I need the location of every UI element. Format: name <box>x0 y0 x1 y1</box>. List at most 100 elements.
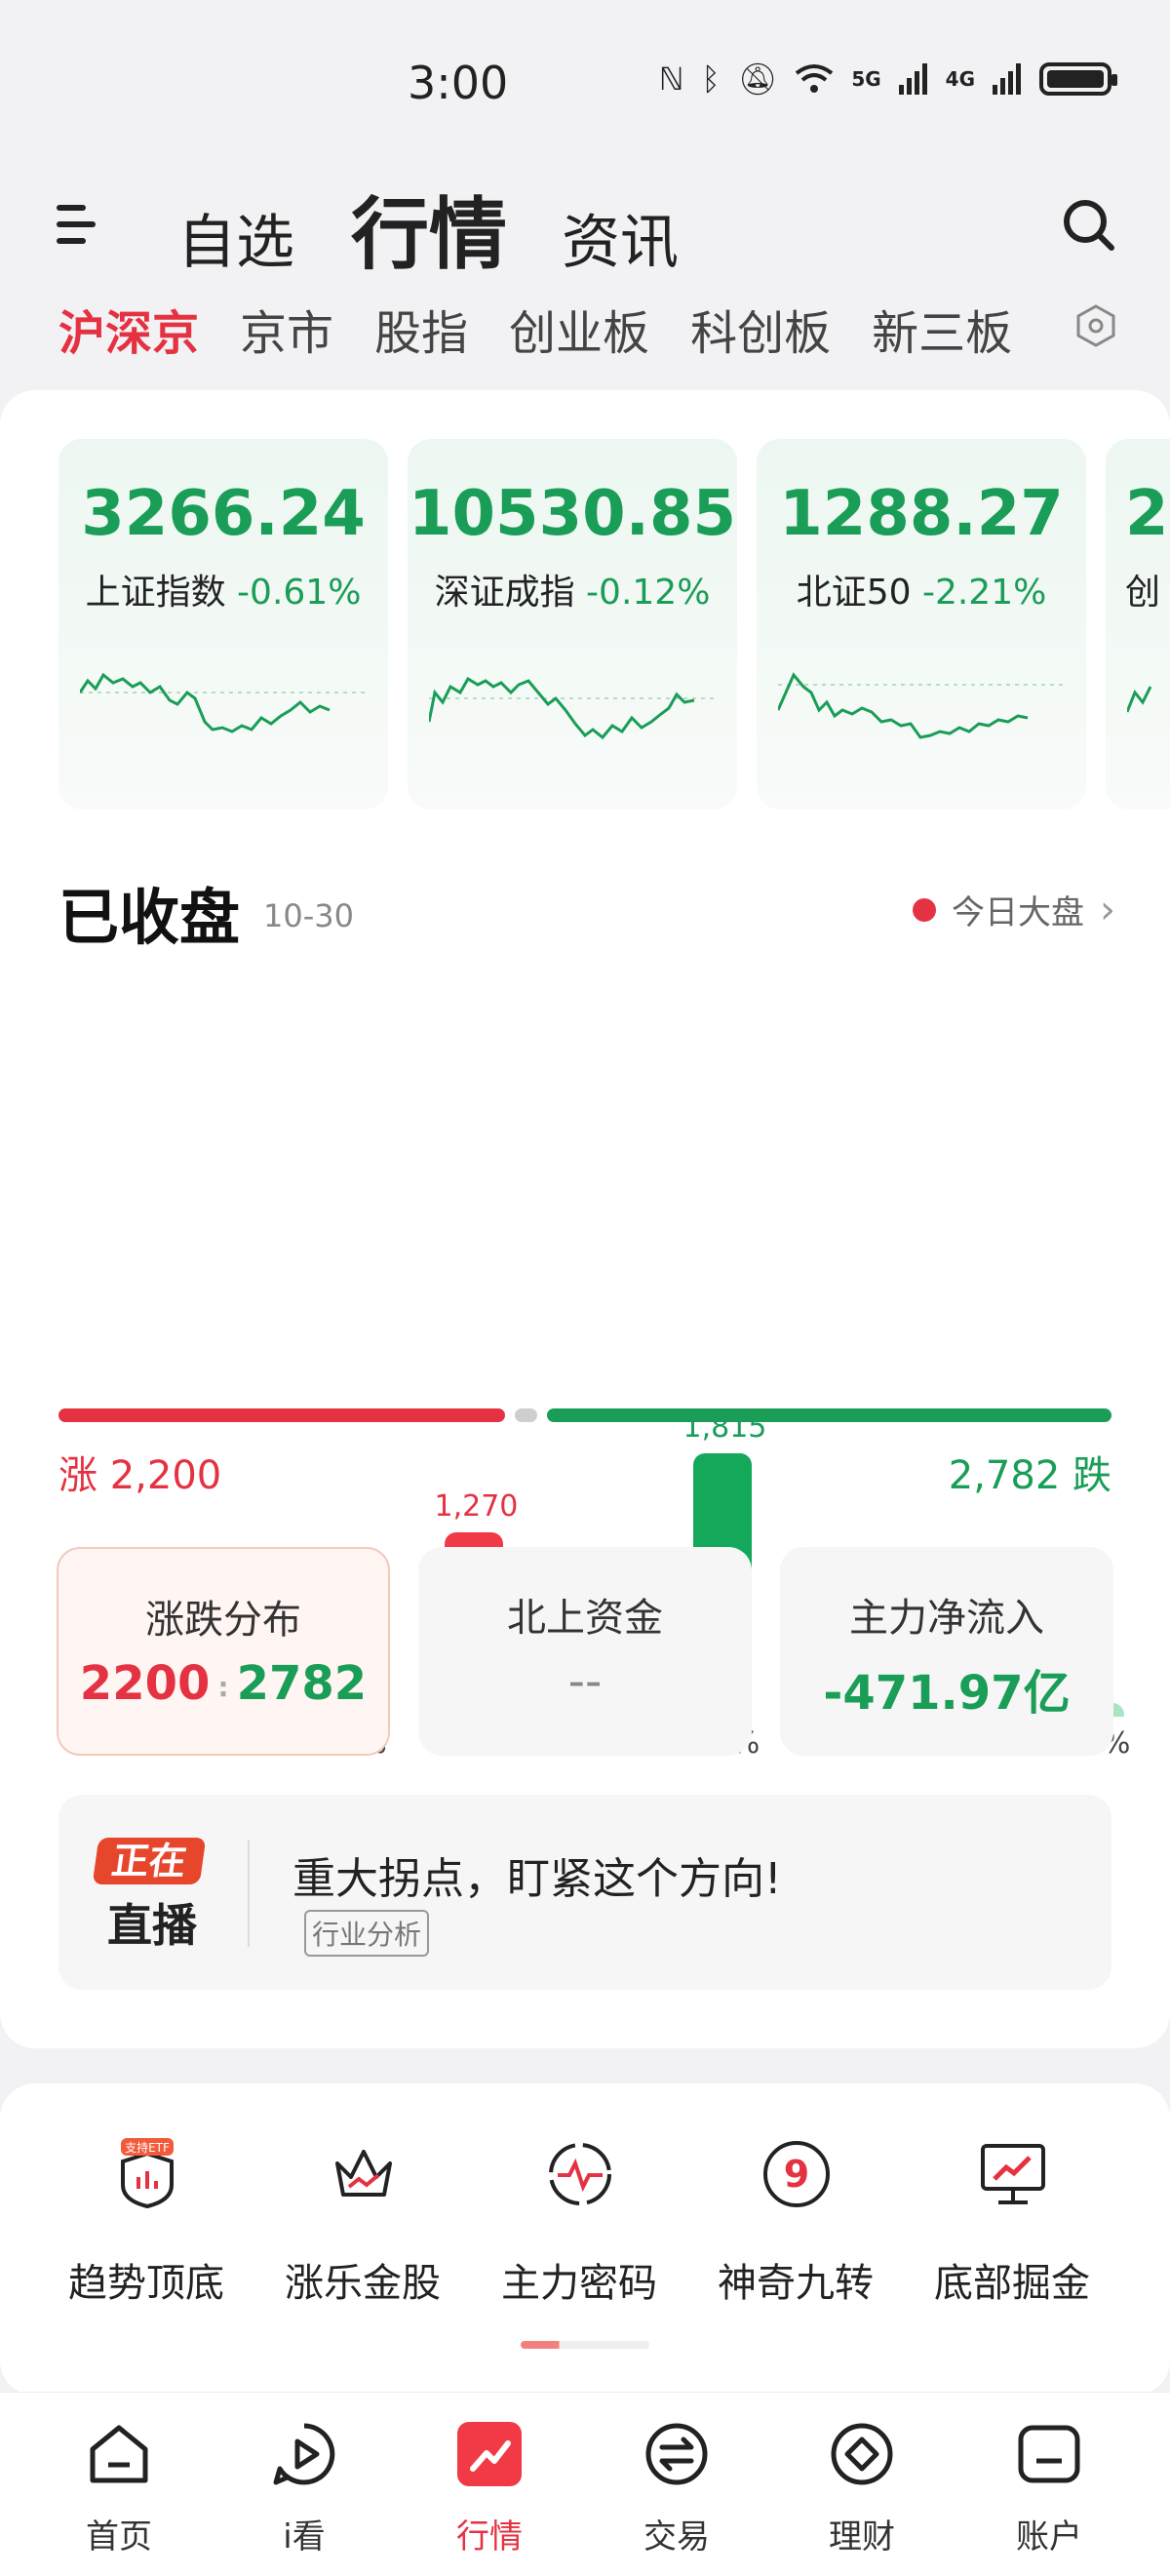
index-sparkline <box>778 672 1067 739</box>
subtab-chuangye[interactable]: 创业板 <box>509 295 649 363</box>
live-title: 重大拐点，盯紧这个方向! <box>292 1854 782 1904</box>
stat-card-main-inflow[interactable]: 主力净流入 -471.97亿 <box>780 1547 1113 1756</box>
stat-title: 涨跌分布 <box>145 1598 301 1643</box>
monitor-trend-icon <box>981 2144 1045 2204</box>
tool-label: 涨乐金股 <box>285 2261 441 2306</box>
market-subtabs: 沪深京 京市 股指 创业板 科创板 新三板 <box>58 295 1131 363</box>
chevron-right-icon: › <box>1100 887 1115 932</box>
live-banner[interactable]: 正在 直播 重大拐点，盯紧这个方向! 行业分析 <box>58 1795 1112 1990</box>
nav-home[interactable]: 首页 <box>51 2420 187 2556</box>
nav-label: 行情 <box>456 2517 523 2556</box>
index-value: 1288.27 <box>779 478 1064 550</box>
diamond-icon <box>831 2423 893 2485</box>
index-value: 10530.85 <box>408 478 737 550</box>
market-icon <box>457 2422 522 2486</box>
rise-ratio-bar <box>58 1408 506 1422</box>
crown-icon <box>335 2150 392 2197</box>
nav-ikan[interactable]: i看 <box>236 2420 372 2556</box>
stat-value: -471.97亿 <box>823 1666 1071 1721</box>
tools-card: 支持ETF 趋势顶底 涨乐金股 主力密码 9 神奇九转 底部掘金 <box>0 2083 1170 2396</box>
tool-main-force-code[interactable]: 主力密码 <box>472 2138 686 2333</box>
play-icon <box>273 2423 335 2485</box>
pulse-circle-icon <box>549 2143 611 2205</box>
nav-label: 账户 <box>1016 2517 1082 2556</box>
subtab-jingshi[interactable]: 京市 <box>240 295 333 363</box>
index-value: 2 <box>1125 478 1169 550</box>
exchange-icon <box>645 2423 708 2485</box>
index-card-shenzhen[interactable]: 10530.85 深证成指 -0.12% <box>408 439 737 810</box>
tab-news[interactable]: 资讯 <box>562 195 679 280</box>
market-date: 10-30 <box>263 897 354 934</box>
subtab-kechuang[interactable]: 科创板 <box>690 295 831 363</box>
tool-magic-nine[interactable]: 9 神奇九转 <box>688 2138 903 2333</box>
market-overview-card: 3266.24 上证指数 -0.61% 10530.85 深证成指 -0.12%… <box>0 390 1170 2048</box>
fall-count: 2,782 跌 <box>948 1453 1112 1498</box>
nav-trade[interactable]: 交易 <box>608 2420 745 2556</box>
home-icon <box>90 2425 148 2483</box>
tab-market[interactable]: 行情 <box>351 172 507 285</box>
signal-4g-icon: 4G <box>945 67 975 91</box>
index-sparkline <box>80 672 369 733</box>
battery-icon <box>1039 62 1117 96</box>
nav-label: i看 <box>283 2517 326 2556</box>
signal-bars-icon <box>898 63 927 95</box>
mute-icon: 🔕︎ <box>737 60 778 98</box>
tool-label: 主力密码 <box>501 2261 657 2306</box>
wifi-icon <box>796 64 834 93</box>
live-badge: 正在 直播 <box>92 1838 211 1952</box>
subtab-hushenjing[interactable]: 沪深京 <box>58 295 199 363</box>
index-change: -0.12% <box>586 573 711 613</box>
index-name: 北证50 -2.21% <box>796 573 1047 613</box>
index-name: 创 <box>1125 573 1161 613</box>
tool-label: 底部掘金 <box>934 2261 1090 2306</box>
nine-circle-icon: 9 <box>763 2141 830 2207</box>
index-change: -2.21% <box>921 573 1047 613</box>
today-market-link[interactable]: 今日大盘 › <box>913 886 1115 933</box>
shield-etf-icon: 支持ETF <box>121 2138 174 2209</box>
stat-card-northbound[interactable]: 北上资金 -- <box>418 1547 752 1756</box>
subtab-xinsanban[interactable]: 新三板 <box>872 295 1012 363</box>
market-status-title: 已收盘 <box>58 882 241 953</box>
bar-value-label: 1,270 <box>434 1489 519 1525</box>
live-dot-icon <box>913 897 936 922</box>
index-sparkline <box>429 676 718 740</box>
today-market-label: 今日大盘 <box>952 893 1084 932</box>
status-icons: ℕ ᛒ 🔕︎ 5G 4G <box>658 60 1117 98</box>
bottom-nav: 首页 i看 行情 交易 理财 账户 <box>0 2392 1170 2576</box>
tab-watchlist[interactable]: 自选 <box>177 195 294 280</box>
nav-account[interactable]: 账户 <box>981 2420 1117 2556</box>
index-cards: 3266.24 上证指数 -0.61% 10530.85 深证成指 -0.12%… <box>58 439 1170 810</box>
flat-ratio-bar <box>515 1408 537 1422</box>
nfc-icon: ℕ <box>658 60 684 98</box>
stat-title: 主力净流入 <box>849 1596 1044 1641</box>
signal-5g-icon: 5G <box>851 67 881 91</box>
nav-label: 交易 <box>644 2517 710 2556</box>
tool-label: 神奇九转 <box>718 2261 874 2306</box>
index-change: -0.61% <box>237 573 362 613</box>
subtab-guzhi[interactable]: 股指 <box>374 295 468 363</box>
divider <box>248 1840 250 1947</box>
status-bar: 3:00 ℕ ᛒ 🔕︎ 5G 4G <box>0 0 1170 146</box>
search-icon[interactable] <box>1061 197 1115 252</box>
tool-bottom-gold[interactable]: 底部掘金 <box>905 2138 1119 2333</box>
stat-card-distribution[interactable]: 涨跌分布 2200:2782 <box>57 1547 390 1756</box>
tool-trend-top-bottom[interactable]: 支持ETF 趋势顶底 <box>39 2138 254 2333</box>
rise-count: 涨 2,200 <box>58 1453 222 1498</box>
tool-zhangle-gold[interactable]: 涨乐金股 <box>255 2138 470 2333</box>
account-icon <box>1018 2425 1080 2483</box>
index-card-chuangye[interactable]: 2 创 <box>1106 439 1170 810</box>
nav-wealth[interactable]: 理财 <box>794 2420 930 2556</box>
tools-page-indicator <box>521 2341 649 2349</box>
index-card-shanghai[interactable]: 3266.24 上证指数 -0.61% <box>58 439 388 810</box>
status-time: 3:00 <box>408 57 509 109</box>
stat-value: -- <box>567 1654 603 1709</box>
nav-label: 首页 <box>86 2517 152 2556</box>
nav-market[interactable]: 行情 <box>421 2420 558 2556</box>
menu-icon[interactable] <box>57 203 99 246</box>
settings-hex-icon[interactable] <box>1072 302 1119 349</box>
stat-value: 2200:2782 <box>79 1656 368 1711</box>
top-header: 自选 行情 资讯 <box>0 166 1170 283</box>
live-tag: 行业分析 <box>304 1910 430 1957</box>
index-card-bz50[interactable]: 1288.27 北证50 -2.21% <box>757 439 1086 810</box>
index-value: 3266.24 <box>81 478 366 550</box>
